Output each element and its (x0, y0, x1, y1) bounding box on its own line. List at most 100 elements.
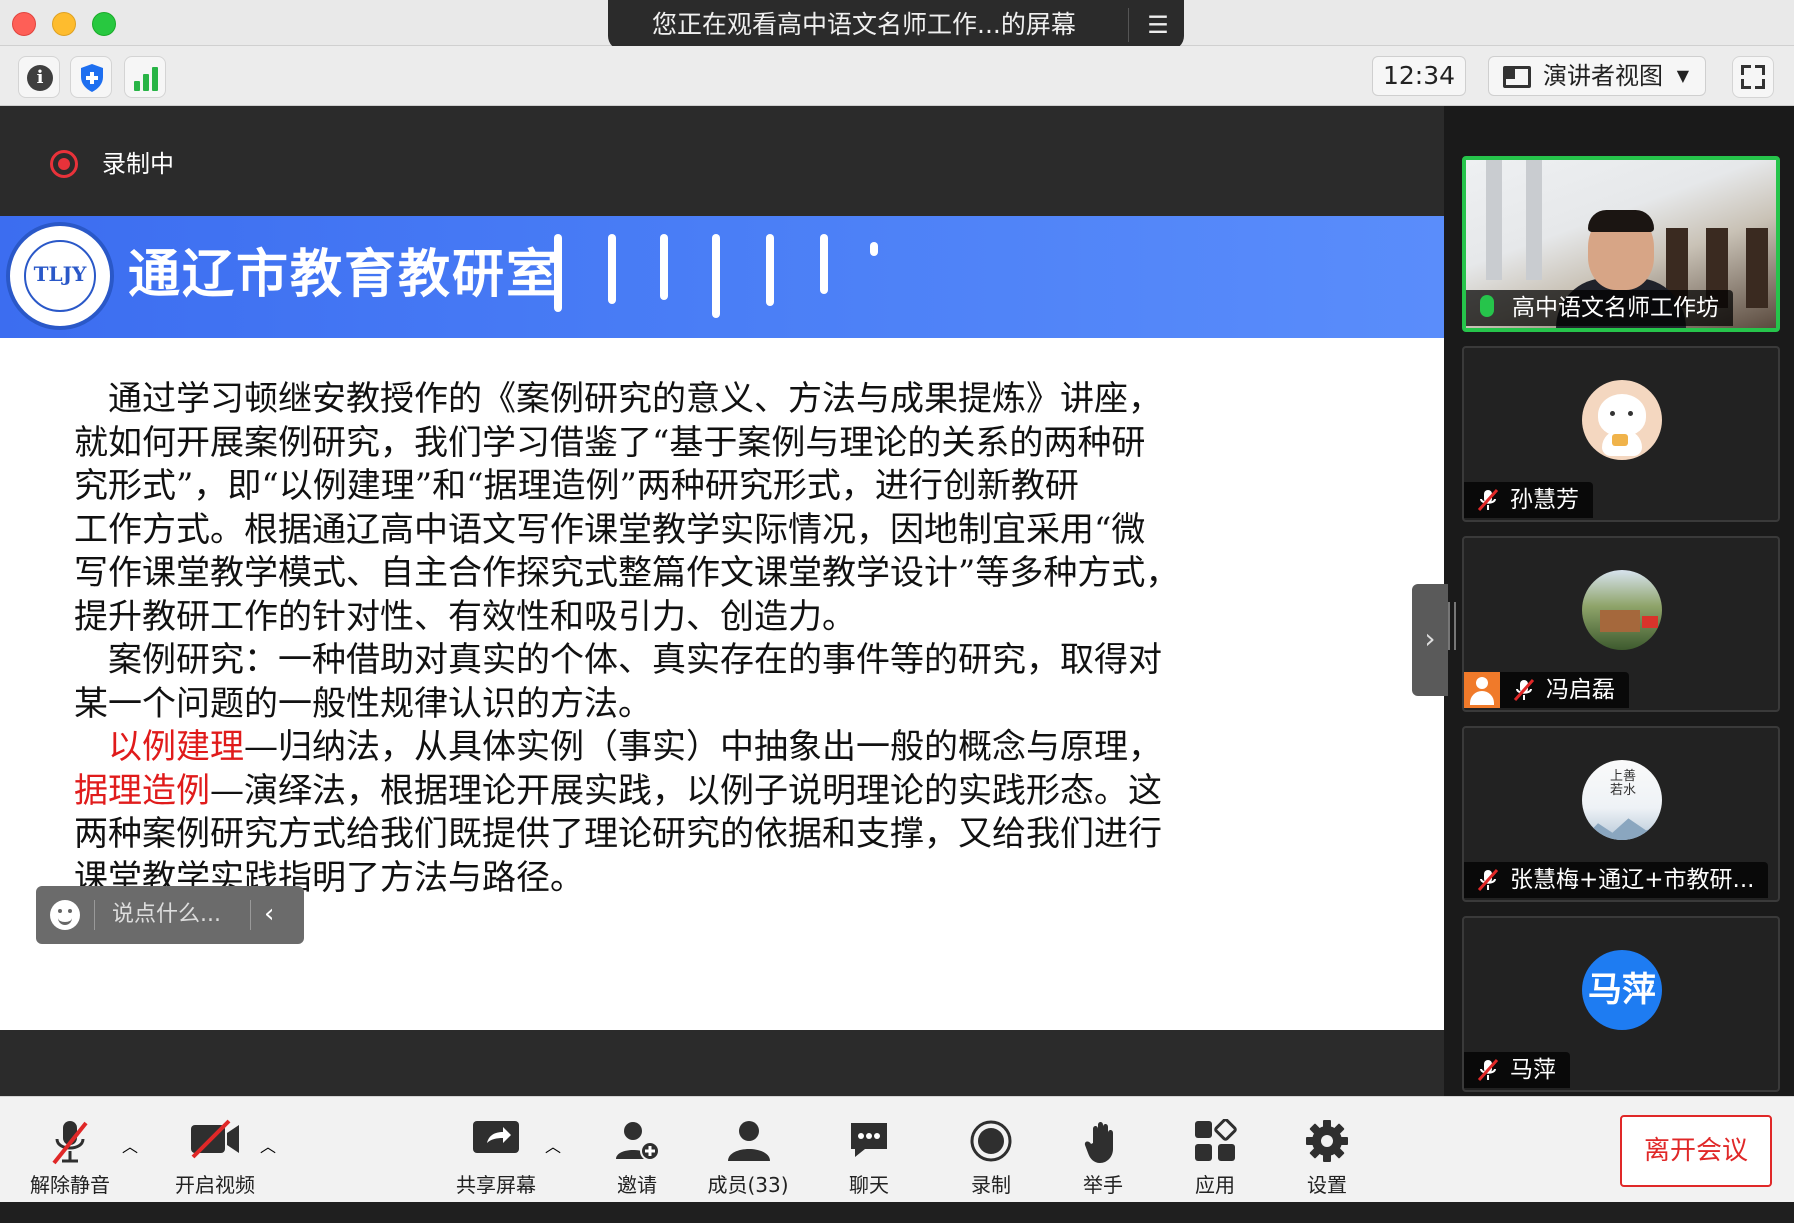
participant-name-bar: 高中语文名师工作坊 (1466, 290, 1733, 326)
invite-button[interactable]: 邀请 (594, 1109, 680, 1199)
chevron-down-icon: ▼ (1676, 66, 1689, 85)
video-tile[interactable]: 马萍 马萍 (1462, 916, 1780, 1092)
add-user-icon (616, 1122, 660, 1161)
slide-line: 案例研究：一种借助对真实的个体、真实存在的事件等的研究，取得对 (74, 640, 1162, 680)
menu-icon[interactable]: ☰ (1140, 0, 1176, 50)
slide-line: 以例建理—归纳法，从具体实例（事实）中抽象出一般的概念与原理， (74, 726, 1274, 770)
slide-line: 提升教研工作的针对性、有效性和吸引力、创造力。 (74, 596, 856, 637)
settings-button[interactable]: 设置 (1282, 1109, 1372, 1199)
zoom-window-button[interactable] (92, 12, 116, 36)
participant-avatar (1582, 380, 1662, 460)
user-icon (1464, 672, 1500, 708)
mongolian-script-logo (550, 234, 890, 324)
chat-bubble-icon (851, 1123, 887, 1157)
slide-line: 两种案例研究方式给我们既提供了理论研究的依据和支撑，又给我们进行 (74, 814, 1162, 854)
raise-hand-icon (1084, 1122, 1113, 1163)
leave-meeting-button[interactable]: 离开会议 (1620, 1115, 1772, 1187)
mic-muted-icon (52, 1121, 88, 1165)
speaker-view-icon (1503, 66, 1531, 88)
apps-grid-icon (1195, 1119, 1237, 1161)
unmute-button[interactable]: 解除静音 (20, 1109, 120, 1199)
chat-label: 聊天 (849, 1173, 889, 1197)
record-icon (970, 1120, 1012, 1162)
slide-line: 某一个问题的一般性规律认识的方法。 (74, 683, 652, 724)
apps-button[interactable]: 应用 (1170, 1109, 1260, 1199)
banner-divider (1128, 8, 1129, 42)
microphone-icon (1480, 295, 1494, 317)
participant-name: 孙慧芳 (1510, 487, 1579, 513)
video-tile-active-speaker[interactable]: 高中语文名师工作坊 (1462, 156, 1780, 332)
chevron-left-icon[interactable]: ‹ (264, 886, 274, 942)
org-logo: TLJY (6, 222, 114, 330)
participants-icon (728, 1121, 770, 1161)
start-video-button[interactable]: 开启视频 (160, 1109, 270, 1199)
participant-name: 张慧梅+通辽+市教研... (1510, 867, 1755, 893)
chat-input[interactable]: 说点什么... (112, 886, 221, 944)
panel-resize-handle[interactable] (1448, 602, 1456, 650)
slide-line: 通过学习顿继安教授作的《案例研究的意义、方法与成果提炼》讲座， (74, 379, 1162, 419)
meeting-timer: 12:34 (1372, 56, 1466, 96)
video-off-icon (191, 1119, 239, 1159)
video-tile[interactable]: 冯启磊 (1462, 536, 1780, 712)
slide-line: 据理造例—演绎法，根据理论开展实践，以例子说明理论的实践形态。这 (74, 770, 1274, 814)
meeting-info-button[interactable]: i (18, 56, 60, 98)
chat-divider (250, 900, 251, 930)
screen-share-banner[interactable]: 您正在观看高中语文名师工作...的屏幕 ☰ (608, 0, 1184, 50)
meeting-controls-bar: 解除静音 ︿ 开启视频 ︿ 共享屏幕 ︿ 邀请 成员(33) 聊天 录制 举手 … (0, 1096, 1794, 1202)
term-deduction-desc: —演绎法，根据理论开展实践，以例子说明理论的实践形态。这 (210, 770, 1162, 811)
slide-header-banner: TLJY 通辽市教育教研室 (0, 216, 1444, 338)
share-options-chevron-icon[interactable]: ︿ (545, 1133, 561, 1223)
video-tile[interactable]: 上善若水 张慧梅+通辽+市教研... (1462, 726, 1780, 902)
recording-label: 录制中 (102, 150, 174, 178)
participants-label: 成员(33) (707, 1173, 789, 1197)
shared-screen-area: 录制中 TLJY 通辽市教育教研室 通过学习顿继安教授作的《案例研究的意义、方法… (0, 106, 1444, 1096)
signal-strength-icon (133, 65, 159, 91)
participant-name: 马萍 (1510, 1057, 1556, 1083)
info-icon: i (27, 65, 53, 91)
audio-options-chevron-icon[interactable]: ︿ (122, 1133, 138, 1223)
video-tile[interactable]: 孙慧芳 (1462, 346, 1780, 522)
avatar-text: 上善若水 (1610, 769, 1637, 798)
shield-icon (81, 64, 103, 92)
participant-avatar (1582, 570, 1662, 650)
participants-button[interactable]: 成员(33) (698, 1109, 798, 1199)
unmute-label: 解除静音 (30, 1173, 110, 1197)
video-options-chevron-icon[interactable]: ︿ (260, 1133, 276, 1223)
mic-muted-icon (1477, 868, 1499, 892)
close-window-button[interactable] (12, 12, 36, 36)
participant-name-bar: 马萍 (1464, 1052, 1570, 1088)
mic-muted-icon (1477, 488, 1499, 512)
slide-line: 写作课堂教学模式、自主合作探究式整篇作文课堂教学设计”等多种方式， (74, 553, 1180, 593)
view-mode-label: 演讲者视图 (1543, 62, 1663, 90)
participant-name: 高中语文名师工作坊 (1512, 295, 1719, 321)
mic-muted-icon (1513, 678, 1535, 702)
raise-hand-button[interactable]: 举手 (1058, 1109, 1148, 1199)
participant-name-bar: 冯启磊 (1500, 672, 1629, 708)
raise-hand-label: 举手 (1083, 1173, 1123, 1197)
chat-button[interactable]: 聊天 (824, 1109, 914, 1199)
slide-line: 就如何开展案例研究，我们学习借鉴了“基于案例与理论的关系的两种研 (74, 422, 1146, 463)
term-induction: 以例建理 (108, 727, 244, 767)
invite-label: 邀请 (617, 1173, 657, 1197)
gear-icon (1306, 1120, 1348, 1162)
apps-label: 应用 (1195, 1173, 1235, 1197)
window-titlebar: 您正在观看高中语文名师工作...的屏幕 ☰ (0, 0, 1794, 50)
share-screen-label: 共享屏幕 (456, 1173, 536, 1197)
slide-line: 工作方式。根据通辽高中语文写作课堂教学实际情况，因地制宜采用“微 (74, 509, 1146, 550)
participant-name: 冯启磊 (1546, 677, 1615, 703)
minimize-window-button[interactable] (52, 12, 76, 36)
fullscreen-button[interactable] (1732, 56, 1774, 98)
quick-chat-bar[interactable]: 说点什么... ‹ (36, 886, 304, 944)
start-video-label: 开启视频 (175, 1173, 255, 1197)
share-screen-button[interactable]: 共享屏幕 (446, 1109, 546, 1199)
security-button[interactable] (70, 56, 112, 98)
participant-avatar: 马萍 (1582, 950, 1662, 1030)
share-banner-text: 您正在观看高中语文名师工作...的屏幕 (652, 10, 1076, 39)
collapse-panel-button[interactable]: › (1412, 584, 1448, 696)
network-stats-button[interactable] (124, 56, 166, 98)
logo-text: TLJY (24, 240, 96, 312)
record-button[interactable]: 录制 (946, 1109, 1036, 1199)
org-name: 通辽市教育教研室 (128, 244, 561, 305)
view-mode-dropdown[interactable]: 演讲者视图 ▼ (1488, 56, 1706, 96)
emoji-icon[interactable] (50, 900, 80, 930)
